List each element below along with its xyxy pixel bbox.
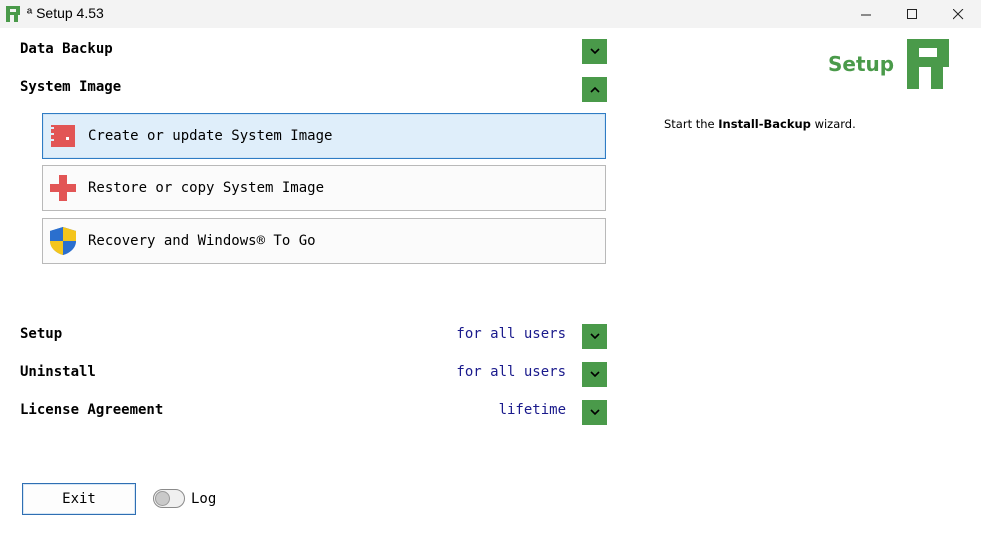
chevron-down-icon xyxy=(589,371,600,378)
data-backup-label: Data Backup xyxy=(20,41,113,57)
restore-system-image-button[interactable]: Restore or copy System Image xyxy=(42,165,606,211)
system-image-collapse-button[interactable] xyxy=(582,77,607,102)
recovery-windows-to-go-button[interactable]: Recovery and Windows® To Go xyxy=(42,218,606,264)
setup-label: Setup xyxy=(20,326,63,342)
recovery-windows-to-go-label: Recovery and Windows® To Go xyxy=(88,233,316,249)
log-toggle-knob xyxy=(155,491,170,506)
description-prefix: Start the xyxy=(664,117,719,131)
chevron-down-icon xyxy=(589,48,600,55)
data-backup-expand-button[interactable] xyxy=(582,39,607,64)
log-toggle-label: Log xyxy=(191,491,217,507)
chevron-up-icon xyxy=(589,86,600,93)
red-cross-icon xyxy=(47,172,79,204)
title-bar: ª Setup 4.53 xyxy=(0,0,981,28)
uninstall-value: for all users xyxy=(456,364,566,380)
chevron-down-icon xyxy=(589,409,600,416)
license-dropdown-button[interactable] xyxy=(582,400,607,425)
setup-value: for all users xyxy=(456,326,566,342)
license-agreement-label: License Agreement xyxy=(20,402,164,418)
create-system-image-label: Create or update System Image xyxy=(88,128,333,144)
close-button[interactable] xyxy=(935,0,981,28)
system-image-label: System Image xyxy=(20,79,122,95)
log-toggle[interactable] xyxy=(153,489,185,508)
maximize-button[interactable] xyxy=(889,0,935,28)
description-suffix: wizard. xyxy=(810,117,856,131)
description-wizard-name: Install-Backup xyxy=(718,117,811,131)
license-value: lifetime xyxy=(498,402,566,418)
minimize-button[interactable] xyxy=(843,0,889,28)
side-panel-heading: Setup xyxy=(828,52,895,76)
exit-button[interactable]: Exit xyxy=(22,483,136,515)
minimize-icon xyxy=(860,14,871,15)
side-panel-description: Start the Install-Backup wizard. xyxy=(664,117,856,131)
close-icon xyxy=(952,8,963,19)
chevron-down-icon xyxy=(589,333,600,340)
setup-dropdown-button[interactable] xyxy=(582,324,607,349)
maximize-icon xyxy=(906,8,917,19)
uninstall-dropdown-button[interactable] xyxy=(582,362,607,387)
restore-system-image-label: Restore or copy System Image xyxy=(88,180,325,196)
windows-shield-icon xyxy=(47,225,79,257)
drive-image-icon xyxy=(47,120,79,152)
create-system-image-button[interactable]: Create or update System Image xyxy=(42,113,606,159)
app-logo-icon xyxy=(907,39,949,89)
uninstall-label: Uninstall xyxy=(20,364,96,380)
window-title: ª Setup 4.53 xyxy=(27,5,104,21)
exit-button-label: Exit xyxy=(62,491,96,507)
app-logo-icon xyxy=(6,6,20,22)
